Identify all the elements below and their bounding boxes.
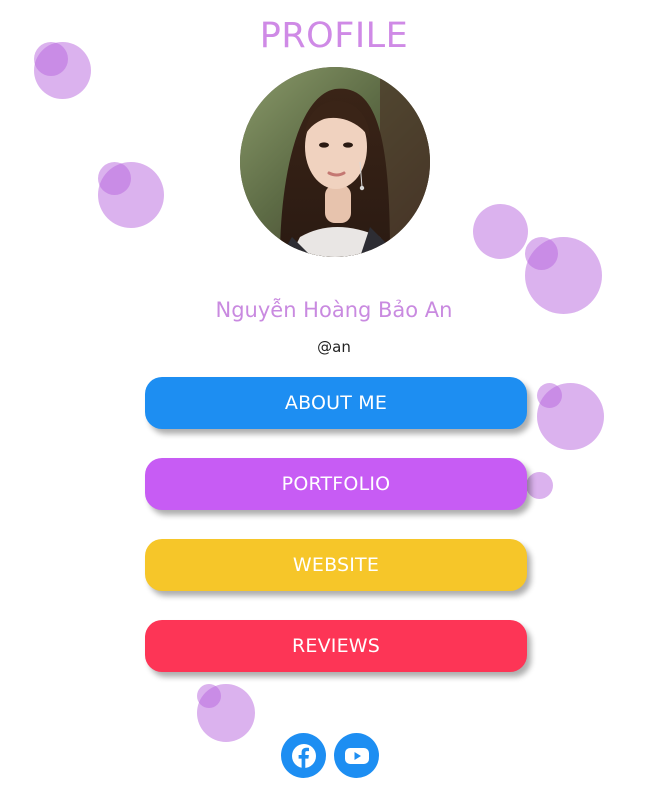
profile-name: Nguyễn Hoàng Bảo An — [215, 298, 453, 322]
decorative-bubble — [98, 162, 131, 195]
decorative-bubble — [526, 472, 553, 499]
decorative-bubble — [473, 204, 528, 259]
page-title: PROFILE — [259, 16, 409, 56]
avatar-photo — [240, 67, 430, 257]
about-me-button[interactable]: ABOUT ME — [145, 377, 527, 429]
profile-handle: @an — [317, 338, 351, 356]
reviews-button[interactable]: REVIEWS — [145, 620, 527, 672]
decorative-bubble — [197, 684, 221, 708]
decorative-bubble — [525, 237, 558, 270]
youtube-icon — [344, 747, 369, 764]
avatar — [240, 67, 430, 257]
decorative-bubble — [537, 383, 562, 408]
facebook-icon — [291, 743, 316, 768]
facebook-button[interactable] — [281, 733, 326, 778]
portfolio-button[interactable]: PORTFOLIO — [145, 458, 527, 510]
website-button[interactable]: WEBSITE — [145, 539, 527, 591]
youtube-button[interactable] — [334, 733, 379, 778]
